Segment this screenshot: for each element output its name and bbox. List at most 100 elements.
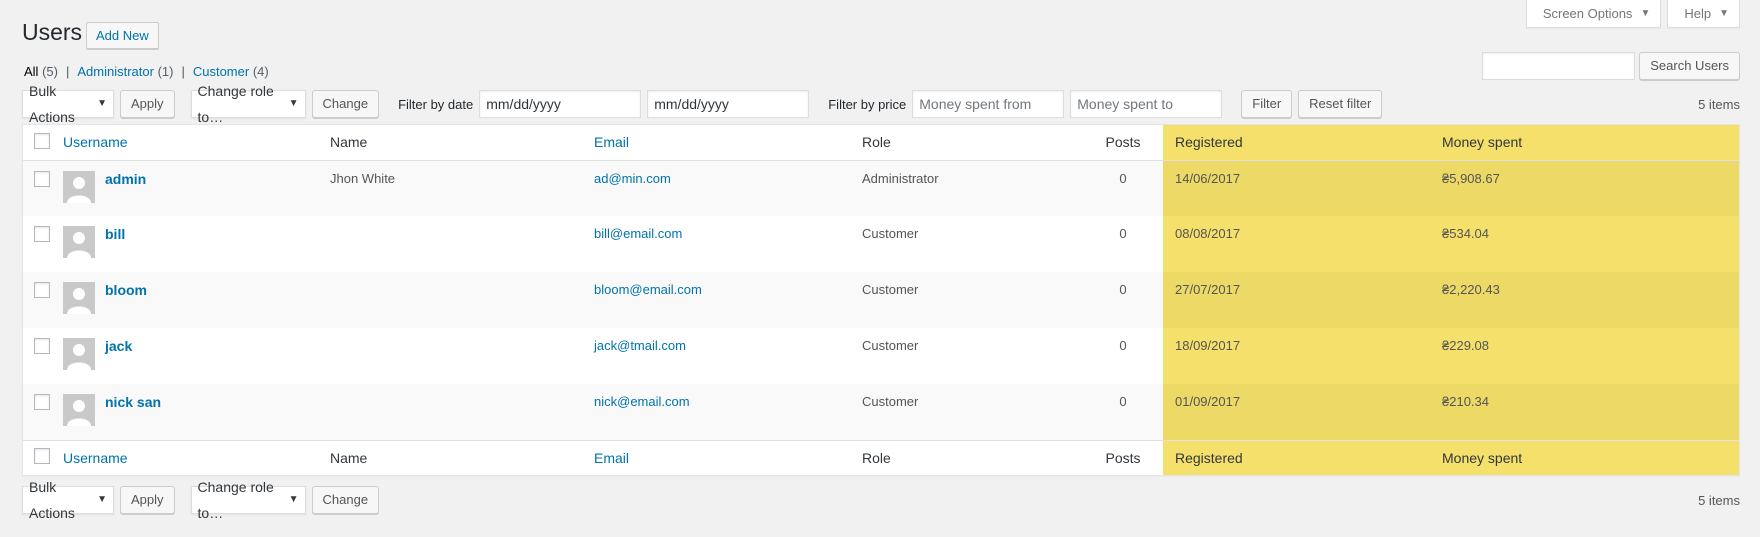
username-cell: bill: [63, 216, 330, 272]
column-name: Name: [330, 449, 368, 466]
column-posts: Posts: [1105, 449, 1141, 466]
name-cell: Jhon White: [330, 170, 396, 186]
money-spent-cell: ₴210.34: [1442, 384, 1739, 440]
username-link[interactable]: admin: [105, 171, 146, 187]
help-label: Help: [1684, 5, 1712, 21]
avatar-icon: [63, 394, 95, 426]
select-all-checkbox[interactable]: [34, 132, 50, 149]
table-row: admin Jhon White ad@min.com Administrator 0 1…: [23, 160, 1739, 216]
view-administrator-count: (1): [157, 64, 174, 79]
money-spent-cell: ₴5,908.67: [1442, 160, 1739, 216]
change-role-button[interactable]: Change: [311, 90, 380, 118]
row-checkbox[interactable]: [34, 338, 50, 354]
email-link[interactable]: bill@email.com: [594, 226, 682, 241]
change-role-select[interactable]: Change role to… ▼: [190, 83, 306, 125]
column-registered: Registered: [1163, 440, 1442, 475]
role-filter-views: All (5) | Administrator (1) | Customer (…: [24, 64, 269, 79]
view-administrator[interactable]: Administrator (1): [77, 64, 173, 79]
column-username[interactable]: Username: [63, 440, 330, 475]
column-posts: Posts: [1105, 134, 1141, 151]
username-link[interactable]: jack: [105, 338, 132, 354]
row-checkbox[interactable]: [34, 170, 50, 187]
column-money-spent: Money spent: [1442, 125, 1739, 160]
money-spent-cell: ₴229.08: [1442, 328, 1739, 384]
name-cell: [330, 328, 594, 384]
posts-cell: 0: [1119, 170, 1127, 186]
filter-by-price-label: Filter by price: [828, 96, 907, 112]
view-customer[interactable]: Customer (4): [193, 64, 269, 79]
change-role-value: Change role to…: [197, 83, 274, 125]
row-checkbox[interactable]: [34, 226, 50, 242]
email-cell: ad@min.com: [594, 160, 862, 216]
username-link[interactable]: bloom: [105, 282, 147, 298]
registered-cell: 08/08/2017: [1163, 216, 1442, 272]
users-table: Username Name Email Role Posts Registere…: [22, 124, 1740, 476]
date-to-input[interactable]: mm/dd/yyyy: [647, 90, 810, 118]
username-cell: admin: [63, 160, 330, 216]
avatar-icon: [63, 282, 95, 314]
email-link[interactable]: jack@tmail.com: [594, 338, 686, 353]
column-role: Role: [862, 449, 891, 466]
username-cell: nick san: [63, 384, 330, 440]
apply-button[interactable]: Apply: [120, 90, 175, 118]
screen-options-tab[interactable]: Screen Options ▼: [1525, 0, 1662, 28]
users-page: Users Add New Screen Options ▼ Help ▼ Al…: [0, 0, 1760, 537]
posts-cell: 0: [1119, 394, 1127, 409]
view-separator: |: [181, 64, 185, 79]
row-checkbox[interactable]: [34, 394, 50, 410]
role-cell: Customer: [862, 394, 919, 409]
money-spent-from-input[interactable]: Money spent from: [912, 90, 1065, 118]
view-all-label: All: [24, 64, 39, 79]
add-new-button[interactable]: Add New: [86, 22, 159, 49]
column-email[interactable]: Email: [594, 440, 862, 475]
select-all-cell: [23, 440, 63, 475]
bulk-actions-value: Bulk Actions: [29, 479, 75, 521]
dropdown-arrow-icon: ▼: [288, 98, 299, 109]
screen-options-label: Screen Options: [1542, 5, 1633, 21]
money-spent-to-input[interactable]: Money spent to: [1070, 90, 1223, 118]
table-row: jack jack@tmail.com Customer 0 18/09/2017 ₴22…: [23, 328, 1739, 384]
table-row: nick san nick@email.com Customer 0 01/09/201…: [23, 384, 1739, 440]
change-role-select[interactable]: Change role to… ▼: [190, 479, 306, 521]
registered-cell: 27/07/2017: [1163, 272, 1442, 328]
change-role-value: Change role to…: [197, 479, 274, 521]
email-cell: bill@email.com: [594, 216, 862, 272]
email-link[interactable]: bloom@email.com: [594, 282, 702, 297]
dropdown-arrow-icon: ▼: [288, 494, 299, 505]
registered-cell: 01/09/2017: [1163, 384, 1442, 440]
dropdown-arrow-icon: ▼: [97, 98, 107, 109]
row-checkbox-cell: [23, 328, 63, 384]
reset-filter-button[interactable]: Reset filter: [1298, 90, 1383, 118]
search-users-button[interactable]: Search Users: [1639, 52, 1740, 80]
dropdown-arrow-icon: ▼: [97, 494, 107, 505]
bulk-actions-select[interactable]: Bulk Actions ▼: [22, 479, 114, 521]
posts-cell: 0: [1119, 226, 1127, 241]
username-link[interactable]: bill: [105, 226, 125, 242]
screen-meta-links: Screen Options ▼ Help ▼: [1525, 0, 1740, 28]
items-count: 5 items: [1698, 492, 1740, 508]
column-username[interactable]: Username: [63, 125, 330, 160]
filter-button[interactable]: Filter: [1241, 90, 1293, 118]
email-link[interactable]: nick@email.com: [594, 394, 690, 409]
column-email[interactable]: Email: [594, 125, 862, 160]
row-checkbox[interactable]: [34, 282, 50, 298]
bulk-actions-select[interactable]: Bulk Actions ▼: [22, 83, 114, 125]
name-cell: [330, 216, 594, 272]
apply-button[interactable]: Apply: [120, 486, 175, 514]
table-header-row: Username Name Email Role Posts Registere…: [23, 125, 1739, 160]
page-title: Users: [22, 19, 83, 45]
username-link[interactable]: nick san: [105, 394, 161, 410]
help-tab[interactable]: Help ▼: [1667, 0, 1740, 28]
column-money-spent: Money spent: [1442, 440, 1739, 475]
select-all-checkbox[interactable]: [34, 448, 50, 465]
role-cell: Customer: [862, 226, 919, 241]
search-input[interactable]: [1482, 52, 1636, 80]
view-separator: |: [65, 64, 70, 79]
view-all-count: (5): [42, 64, 58, 79]
view-all[interactable]: All (5): [24, 64, 58, 79]
date-from-input[interactable]: mm/dd/yyyy: [479, 90, 642, 118]
view-administrator-label: Administrator: [77, 64, 154, 79]
change-role-button[interactable]: Change: [311, 486, 380, 514]
avatar-icon: [63, 338, 95, 370]
email-link[interactable]: ad@min.com: [594, 171, 671, 186]
